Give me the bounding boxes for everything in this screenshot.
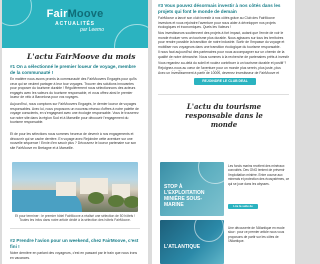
- section-divider: [158, 94, 289, 95]
- article-3-paragraph-2: Nos investisseurs soutiennent des projet…: [158, 31, 285, 49]
- article-3-paragraph-4: Vous regardez au-delà du soleil et voule…: [158, 61, 287, 71]
- news-card-deep-sea-mining[interactable]: STOP À L'EXPLOITATION MINIÈRE SOUS-MARIN…: [160, 162, 224, 216]
- article-3-paragraph-1: FairMoove a lancé son club investir à no…: [158, 16, 276, 30]
- article-2-paragraph: Notre dernière en parlant des voyageurs,…: [10, 251, 138, 260]
- article-3-paragraph-5: Avec un investissement à partir de 1000€…: [158, 71, 280, 76]
- logo-tagline: par Leemo: [80, 27, 104, 33]
- news-card-description: Une découverte de l'Atlantique en mode s…: [228, 226, 285, 244]
- section-script-title: L'actu FairMoove du mois: [27, 52, 136, 61]
- photo-caption: Et pour terminer : le premier hôtel Fair…: [14, 214, 136, 223]
- article-1-title[interactable]: #1 On a sélectionné le premier loueur de…: [10, 64, 140, 75]
- news-card-title: L'ATLANTIQUE: [164, 244, 201, 250]
- logo-wordmark: FairMoove: [46, 8, 104, 20]
- newsletter-header: FairMoove ACTUALITÉS par Leemo: [2, 0, 148, 70]
- article-1-paragraph-2: Aujourd'hui, nous comptons sur FairMoove…: [10, 102, 139, 125]
- news-card-title: STOP À L'EXPLOITATION MINIÈRE SOUS-MARIN…: [164, 184, 205, 208]
- article-1-paragraph-1: En matière nous avons promis la communau…: [10, 77, 137, 100]
- news-card-atlantique[interactable]: L'ATLANTIQUE: [160, 220, 224, 264]
- section-script-title: L'actu du tourisme responsable dans le m…: [185, 102, 263, 129]
- newsletter-left-column: FairMoove ACTUALITÉS par Leemo L'actu Fa…: [2, 0, 148, 264]
- article-2-title[interactable]: #2 Prendre l'avion pour un weekend, chez…: [10, 238, 140, 249]
- news-card-description: Les fonds marins recèlent des minéraux c…: [228, 164, 290, 186]
- article-1-paragraph-3: Et de pour les sélections nous sommes he…: [10, 132, 137, 150]
- article-1-photo: [12, 162, 138, 212]
- article-3-title[interactable]: #3 Vous pouvez désormais investir à nos …: [158, 3, 289, 14]
- article-3-paragraph-3: Il nous faut aujourd'hui des partenaires…: [158, 50, 289, 60]
- section-divider: [10, 228, 140, 229]
- decorative-circle: [2, 0, 32, 26]
- newsletter-right-column: #3 Vous pouvez désormais investir à nos …: [152, 0, 295, 264]
- read-article-button[interactable]: Lire la suite de l'article: [228, 204, 258, 213]
- join-club-deal-button[interactable]: REJOINDRE LE CLUB DEAL FAIRMOOVE: [194, 78, 256, 90]
- fairmoove-logo[interactable]: FairMoove ACTUALITÉS par Leemo: [36, 8, 114, 33]
- decorative-circle: [198, 162, 224, 184]
- decorative-circle: [194, 220, 224, 242]
